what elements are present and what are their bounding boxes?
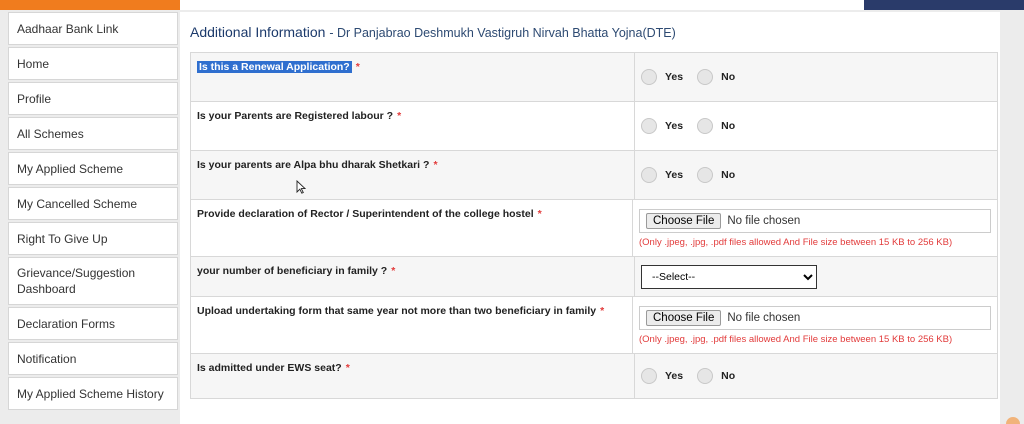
answer-cell: Yes No: [635, 53, 997, 101]
required-mark: *: [433, 159, 438, 171]
file-upload-undertaking: Choose File No file chosen: [639, 305, 991, 330]
radio-label-yes: Yes: [665, 370, 684, 382]
radio-renewal-no[interactable]: [697, 69, 714, 85]
radio-group-alpa-bhu: Yes No: [641, 167, 991, 183]
radio-label-yes: Yes: [665, 169, 684, 181]
answer-cell: --Select--: [635, 257, 997, 296]
sidebar-item-my-applied-scheme[interactable]: My Applied Scheme: [8, 152, 178, 185]
form-row-ews: Is admitted under EWS seat? * Yes No: [191, 354, 997, 398]
radio-ews-no[interactable]: [697, 368, 714, 384]
sidebar-item-aadhaar-bank-link[interactable]: Aadhaar Bank Link: [8, 12, 178, 45]
radio-labour-no[interactable]: [697, 118, 714, 134]
sidebar-item-applied-scheme-history[interactable]: My Applied Scheme History: [8, 377, 178, 410]
radio-label-no: No: [721, 370, 736, 382]
corner-badge: [1006, 417, 1020, 424]
question-cell: Is this a Renewal Application? *: [191, 53, 635, 101]
sidebar-item-grievance-dashboard[interactable]: Grievance/Suggestion Dashboard: [8, 257, 178, 305]
radio-group-parents-labour: Yes No: [641, 118, 991, 134]
banner-orange-band: [0, 0, 180, 10]
choose-file-button[interactable]: Choose File: [646, 212, 722, 229]
page-title: Additional Information - Dr Panjabrao De…: [190, 24, 676, 40]
banner-navy-band: [864, 0, 1024, 10]
answer-cell: Choose File No file chosen (Only .jpeg, …: [633, 200, 997, 256]
file-hint: (Only .jpeg, .jpg, .pdf files allowed An…: [639, 333, 953, 345]
additional-info-form: Is this a Renewal Application? * Yes No I…: [190, 52, 998, 399]
required-mark: *: [391, 265, 396, 277]
question-parents-labour: Is your Parents are Registered labour ?: [197, 110, 394, 122]
required-mark: *: [537, 208, 542, 220]
radio-renewal-yes[interactable]: [641, 69, 657, 85]
no-file-text: No file chosen: [727, 311, 801, 324]
file-hint: (Only .jpeg, .jpg, .pdf files allowed An…: [639, 236, 953, 248]
sidebar-menu: Aadhaar Bank Link Home Profile All Schem…: [8, 12, 178, 412]
required-mark: *: [345, 362, 350, 374]
sidebar-item-declaration-forms[interactable]: Declaration Forms: [8, 307, 178, 340]
question-cell: Is your parents are Alpa bhu dharak Shet…: [191, 151, 635, 199]
radio-label-yes: Yes: [665, 120, 684, 132]
radio-group-ews: Yes No: [641, 368, 991, 384]
form-row-alpa-bhu: Is your parents are Alpa bhu dharak Shet…: [191, 151, 997, 200]
question-alpa-bhu: Is your parents are Alpa bhu dharak Shet…: [197, 159, 430, 171]
radio-alpa-yes[interactable]: [641, 167, 657, 183]
required-mark: *: [355, 61, 360, 73]
mouse-cursor-icon: [296, 180, 306, 194]
question-rector-declaration: Provide declaration of Rector / Superint…: [197, 208, 534, 220]
sidebar-item-notification[interactable]: Notification: [8, 342, 178, 375]
answer-cell: Yes No: [635, 102, 997, 150]
question-beneficiary-count: your number of beneficiary in family ?: [197, 265, 388, 277]
main-content: Additional Information - Dr Panjabrao De…: [180, 12, 1000, 424]
radio-label-no: No: [721, 120, 736, 132]
question-undertaking: Upload undertaking form that same year n…: [197, 305, 597, 317]
sidebar-item-my-cancelled-scheme[interactable]: My Cancelled Scheme: [8, 187, 178, 220]
form-row-renewal: Is this a Renewal Application? * Yes No: [191, 53, 997, 102]
page-title-text: Additional Information: [190, 24, 326, 40]
required-mark: *: [600, 305, 605, 317]
sidebar-item-profile[interactable]: Profile: [8, 82, 178, 115]
answer-cell: Yes No: [635, 354, 997, 398]
radio-label-no: No: [721, 71, 736, 83]
no-file-text: No file chosen: [727, 214, 801, 227]
question-cell: Upload undertaking form that same year n…: [191, 297, 633, 353]
radio-label-no: No: [721, 169, 736, 181]
required-mark: *: [397, 110, 402, 122]
question-cell: your number of beneficiary in family ? *: [191, 257, 635, 296]
sidebar-item-all-schemes[interactable]: All Schemes: [8, 117, 178, 150]
question-cell: Is admitted under EWS seat? *: [191, 354, 635, 398]
answer-cell: Yes No: [635, 151, 997, 199]
sidebar-item-right-to-give-up[interactable]: Right To Give Up: [8, 222, 178, 255]
file-upload-rector: Choose File No file chosen: [639, 208, 991, 233]
radio-group-renewal: Yes No: [641, 69, 991, 85]
question-cell: Provide declaration of Rector / Superint…: [191, 200, 633, 256]
radio-ews-yes[interactable]: [641, 368, 657, 384]
scheme-name: - Dr Panjabrao Deshmukh Vastigruh Nirvah…: [329, 26, 676, 40]
form-row-rector-declaration: Provide declaration of Rector / Superint…: [191, 200, 997, 257]
radio-alpa-no[interactable]: [697, 167, 714, 183]
radio-labour-yes[interactable]: [641, 118, 657, 134]
beneficiary-count-select[interactable]: --Select--: [641, 264, 817, 289]
form-row-undertaking: Upload undertaking form that same year n…: [191, 297, 997, 354]
question-ews: Is admitted under EWS seat?: [197, 362, 342, 374]
form-row-parents-labour: Is your Parents are Registered labour ? *…: [191, 102, 997, 151]
form-row-beneficiary-count: your number of beneficiary in family ? * …: [191, 257, 997, 297]
question-cell: Is your Parents are Registered labour ? *: [191, 102, 635, 150]
question-renewal: Is this a Renewal Application?: [197, 61, 352, 73]
choose-file-button[interactable]: Choose File: [646, 309, 722, 326]
answer-cell: Choose File No file chosen (Only .jpeg, …: [633, 297, 997, 353]
radio-label-yes: Yes: [665, 71, 684, 83]
sidebar-item-home[interactable]: Home: [8, 47, 178, 80]
top-banner: [0, 0, 1024, 10]
